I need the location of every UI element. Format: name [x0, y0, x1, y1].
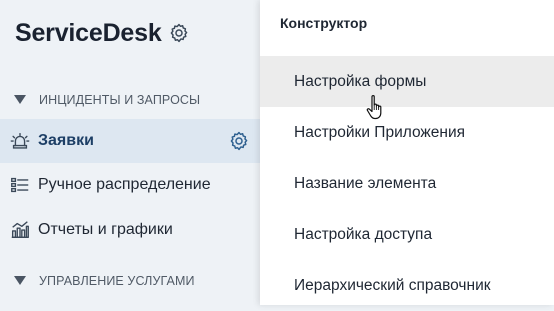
sidebar-item-label: Отчеты и графики: [38, 221, 173, 238]
sidebar-section-incidents[interactable]: ИНЦИДЕНТЫ И ЗАПРОСЫ: [0, 85, 262, 115]
list-distribution-icon: [9, 174, 31, 196]
menu-title: Конструктор: [280, 15, 368, 31]
gear-icon[interactable]: [168, 22, 190, 44]
menu-item-access-settings[interactable]: Настройка доступа: [260, 209, 554, 260]
gear-icon[interactable]: [228, 130, 250, 152]
sidebar-section-service-management[interactable]: УПРАВЛЕНИЕ УСЛУГАМИ: [0, 266, 262, 296]
app-header: ServiceDesk: [15, 17, 190, 49]
sidebar-item-reports[interactable]: Отчеты и графики: [0, 208, 262, 252]
menu-item-label: Настройка формы: [294, 72, 427, 90]
caret-down-icon: [14, 276, 26, 286]
menu-item-app-settings[interactable]: Настройки Приложения: [260, 107, 554, 158]
constructor-menu: Конструктор Настройка формы Настройки Пр…: [260, 0, 554, 305]
menu-item-label: Иерархический справочник: [294, 276, 491, 294]
section-label: УПРАВЛЕНИЕ УСЛУГАМИ: [39, 274, 195, 288]
caret-down-icon: [14, 95, 26, 105]
menu-item-label: Настройки Приложения: [294, 123, 465, 141]
menu-item-form-settings[interactable]: Настройка формы: [260, 56, 554, 107]
section-label: ИНЦИДЕНТЫ И ЗАПРОСЫ: [39, 93, 201, 107]
menu-item-label: Название элемента: [294, 174, 437, 192]
sidebar-item-label: Заявки: [38, 132, 94, 149]
chart-icon: [9, 219, 31, 241]
app-title: ServiceDesk: [15, 18, 162, 47]
menu-item-label: Настройка доступа: [294, 225, 433, 243]
sidebar-item-label: Ручное распределение: [38, 176, 211, 193]
sidebar-item-manual-distribution[interactable]: Ручное распределение: [0, 163, 262, 207]
menu-item-hierarchical-directory[interactable]: Иерархический справочник: [260, 260, 554, 311]
alarm-bell-icon: [9, 130, 31, 152]
hand-pointer-cursor: [365, 94, 387, 120]
sidebar: ServiceDesk ИНЦИДЕНТЫ И ЗАПРОСЫ Заявки Р…: [0, 0, 262, 305]
menu-item-element-name[interactable]: Название элемента: [260, 158, 554, 209]
sidebar-item-requests[interactable]: Заявки: [0, 119, 262, 163]
